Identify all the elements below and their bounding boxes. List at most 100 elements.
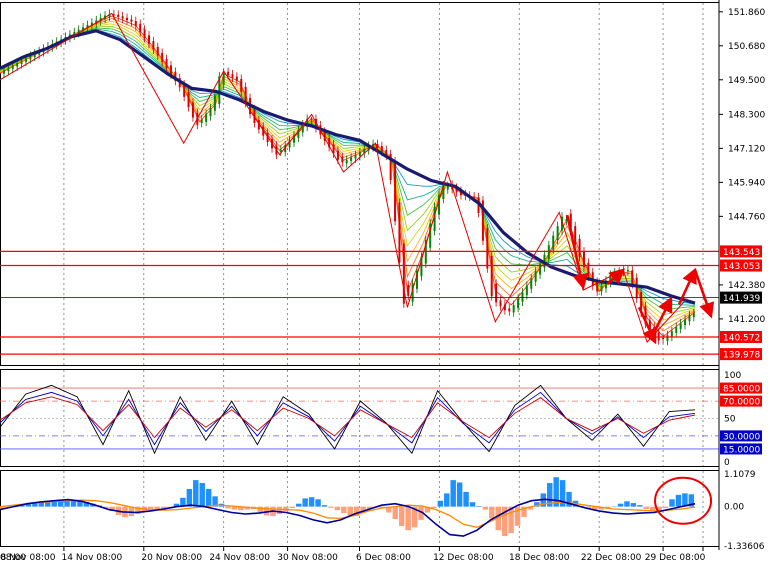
candle-body <box>508 308 511 312</box>
candle-body <box>692 313 695 318</box>
moving-average-thick <box>0 29 696 305</box>
candle-body <box>187 92 190 108</box>
candle-body <box>512 305 515 313</box>
candle-body <box>24 58 27 62</box>
candle-body <box>473 196 476 198</box>
candle-body <box>121 16 124 19</box>
macd-histogram-bar <box>675 494 682 507</box>
candle-body <box>398 202 401 263</box>
x-tick-label: 29 Dec 08:00 <box>645 553 706 563</box>
macd-panel: 1.1079 0.00 -1.33606 <box>0 470 765 552</box>
macd-tick-label: 1.1079 <box>724 470 756 480</box>
candle-body <box>490 255 493 297</box>
x-tick-label: 22 Dec 08:00 <box>581 553 642 563</box>
candle-body <box>235 76 238 81</box>
candle-body <box>407 284 410 296</box>
x-tick-label: 8 Nov 08:00 <box>0 553 55 563</box>
candle-body <box>29 55 32 60</box>
macd-signal-line <box>0 499 696 528</box>
candle-body <box>556 226 559 240</box>
x-tick-label: 12 Dec 08:00 <box>433 553 494 563</box>
macd-histogram-bar <box>296 503 302 507</box>
macd-histogram-bar <box>328 506 334 508</box>
macd-histogram-bar <box>193 480 199 507</box>
oscillator-panel: 100 50 0 85.0000 70.0000 30.0000 15.0000 <box>0 369 762 468</box>
candle-body <box>499 300 502 307</box>
osc-level-label: 85.0000 <box>723 385 760 395</box>
macd-histogram-bar <box>315 499 321 507</box>
candle-body <box>143 29 146 39</box>
candle-body <box>200 119 203 124</box>
macd-histogram-bar <box>611 506 617 508</box>
macd-histogram-bar <box>482 506 489 510</box>
oscillator-line <box>0 384 696 455</box>
candle-body <box>688 315 691 322</box>
candle-body <box>156 46 159 56</box>
candle-body <box>341 156 344 163</box>
macd-histogram-bar <box>392 506 399 520</box>
macd-histogram-bar <box>205 488 212 507</box>
macd-histogram-bar <box>669 499 675 507</box>
macd-histogram-bar <box>450 480 456 507</box>
candle-body <box>191 102 194 118</box>
macd-histogram-bar <box>399 506 405 527</box>
level-price-label: 143.053 <box>723 262 760 272</box>
candle-body <box>2 70 5 74</box>
candle-body <box>635 277 638 299</box>
macd-histogram-bar <box>199 483 205 507</box>
x-tick-label: 20 Nov 08:00 <box>141 553 202 563</box>
candle-body <box>169 65 172 75</box>
price-tick-label: 145.940 <box>728 178 765 188</box>
candle-body <box>161 52 164 62</box>
macd-histogram-bar <box>231 506 238 510</box>
level-price-label: 141.939 <box>723 294 760 304</box>
x-tick-label: 14 Nov 08:00 <box>62 553 123 563</box>
macd-histogram-bar <box>469 502 476 507</box>
macd-histogram-bar <box>630 503 637 507</box>
trading-chart: 151.860 150.680 149.500 148.300 147.120 145.9… <box>0 0 765 563</box>
candle-body <box>517 298 520 308</box>
candle-body <box>7 67 10 72</box>
candle-body <box>547 245 550 259</box>
candle-body <box>354 155 357 159</box>
oscillator-line <box>0 396 696 439</box>
price-tick-label: 151.860 <box>728 8 765 18</box>
macd-histogram-bar <box>456 482 463 507</box>
macd-histogram-bar <box>321 505 328 507</box>
price-tick-label: 148.300 <box>728 110 765 120</box>
osc-level-label: 70.0000 <box>723 398 760 408</box>
candle-body <box>626 269 629 272</box>
candle-body <box>310 121 313 123</box>
candle-body <box>130 19 133 22</box>
macd-histogram-bar <box>489 506 495 519</box>
macd-histogram-bar <box>308 497 315 507</box>
candle-body <box>244 86 247 103</box>
x-tick-label: 24 Nov 08:00 <box>209 553 270 563</box>
macd-histogram-bar <box>283 506 289 512</box>
level-price-label: 140.572 <box>723 333 760 343</box>
macd-histogram-bar <box>334 506 341 511</box>
candle-body <box>20 60 23 65</box>
level-price-label: 139.978 <box>723 351 760 361</box>
candle-body <box>152 41 155 50</box>
candle-body <box>345 159 348 164</box>
candle-body <box>587 262 590 277</box>
candle-body <box>582 251 585 268</box>
macd-histogram-bar <box>154 506 160 509</box>
candle-body <box>631 270 634 285</box>
candle-body <box>231 74 234 78</box>
osc-tick-label: 100 <box>724 371 741 381</box>
macd-histogram-bar <box>476 506 482 507</box>
macd-histogram-bar <box>225 506 231 509</box>
ma-ribbon-line <box>0 15 696 338</box>
x-tick-label: 18 Dec 08:00 <box>509 553 570 563</box>
price-tick-label: 141.200 <box>728 315 765 325</box>
candle-body <box>666 335 669 341</box>
ma-ribbon-line <box>0 28 696 306</box>
candle-body <box>205 113 208 122</box>
price-tick-label: 142.380 <box>728 281 765 291</box>
candle-body <box>350 157 353 161</box>
candle-body <box>679 323 682 329</box>
osc-tick-label: 50 <box>724 415 736 425</box>
macd-histogram-bar <box>302 498 308 507</box>
